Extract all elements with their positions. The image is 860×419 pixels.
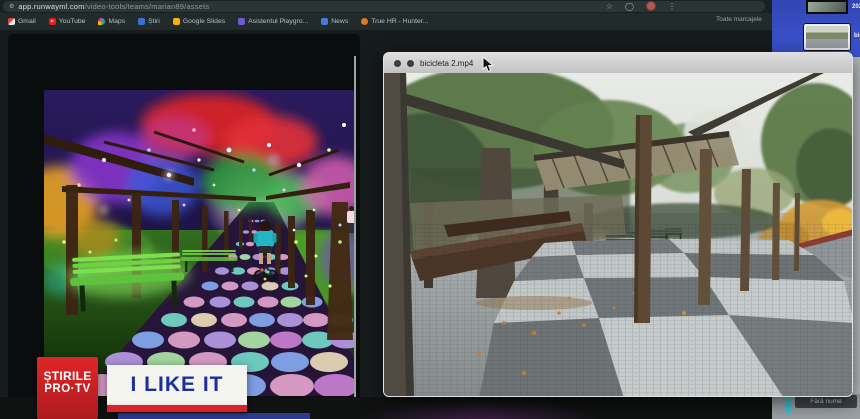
bookmark-gmail[interactable]: Gmail (8, 18, 36, 25)
bookmark-maps[interactable]: Maps (98, 18, 125, 25)
channel-logo: ȘTIRILE PRO·TV (37, 357, 98, 419)
screen-edge-highlight (354, 56, 356, 398)
bottom-glow (360, 400, 600, 419)
asset-thumbnail-1[interactable] (806, 0, 848, 14)
bookmark-truehr[interactable]: True HR - Hunter... (361, 18, 428, 25)
maps-pin-icon (98, 18, 105, 25)
bookmarks-bar: Gmail YouTube Maps Știri Google Slides A… (0, 13, 772, 30)
assets-panel: 202 bici (772, 0, 860, 57)
news-icon (321, 18, 328, 25)
address-bar-row: ⚙ app.runwayml.com/video-tools/teams/mar… (0, 0, 772, 13)
window-menu-icon[interactable] (407, 60, 414, 67)
slides-icon (173, 18, 180, 25)
show-banner-text: I LIKE IT (131, 373, 224, 397)
show-banner: I LIKE IT (107, 365, 247, 405)
bookmark-asistentul[interactable]: Asistentul Playgro... (238, 18, 308, 25)
channel-line2: PRO·TV (37, 383, 98, 397)
url-path: /video-tools/teams/marian89/assets (85, 2, 210, 11)
ai-generated-video (44, 90, 354, 396)
channel-line1: ȘTIRILE (37, 370, 98, 383)
selection-accent-bar (786, 396, 791, 413)
assistant-icon (238, 18, 245, 25)
asset-thumbnail-2-selected[interactable] (804, 24, 850, 50)
browser-chrome: ⚙ app.runwayml.com/video-tools/teams/mar… (0, 0, 772, 30)
asset-label-2: bici (854, 33, 860, 39)
gmail-icon (8, 18, 15, 25)
extensions-icon[interactable]: ◯ (625, 2, 634, 11)
screen: ⚙ app.runwayml.com/video-tools/teams/mar… (0, 0, 860, 419)
mouse-cursor (482, 57, 496, 73)
bookmark-star-icon[interactable]: ☆ (606, 2, 613, 11)
window-title: bicicleta 2.mp4 (420, 59, 473, 68)
truehr-icon (361, 18, 368, 25)
video-player-window[interactable]: bicicleta 2.mp4 (383, 52, 853, 397)
cobblestone-plaza (384, 223, 853, 397)
window-close-icon[interactable] (394, 60, 401, 67)
youtube-icon (49, 18, 56, 25)
window-titlebar[interactable]: bicicleta 2.mp4 (384, 53, 852, 73)
bookmark-google-slides[interactable]: Google Slides (173, 18, 225, 25)
show-banner-red-stripe (107, 405, 247, 412)
profile-avatar[interactable] (646, 1, 656, 11)
url-text[interactable]: app.runwayml.com/video-tools/teams/maria… (18, 2, 209, 11)
background-right-strip (853, 57, 860, 394)
stiri-icon (138, 18, 145, 25)
bookmark-news[interactable]: News (321, 18, 348, 25)
park-video-frame[interactable] (384, 73, 853, 397)
menu-kebab-icon[interactable]: ⋮ (668, 2, 676, 11)
all-bookmarks-label[interactable]: Toate marcajele (716, 16, 762, 23)
site-info-icon[interactable]: ⚙ (9, 4, 14, 10)
lower-third-bar (118, 413, 310, 419)
asset-label-1: 202 (852, 4, 860, 10)
park-video-canvas (384, 73, 853, 397)
ai-art-canvas (44, 90, 354, 396)
bookmark-youtube[interactable]: YouTube (49, 18, 86, 25)
browser-actions: ☆ ◯ ⋮ (606, 1, 676, 11)
bookmark-stiri[interactable]: Știri (138, 18, 160, 25)
